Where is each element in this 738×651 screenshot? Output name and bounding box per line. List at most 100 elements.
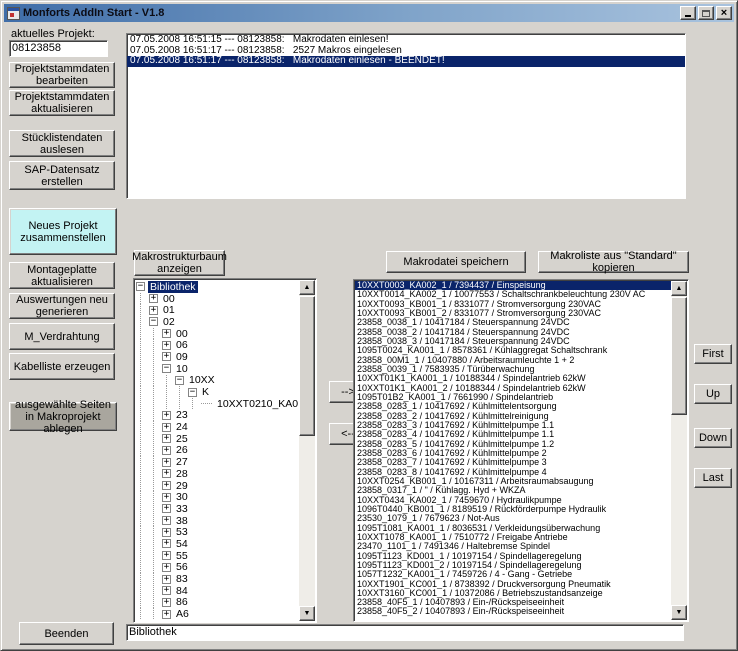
tree-row[interactable]: +26 [136,445,298,457]
expand-icon[interactable]: + [162,341,171,350]
tree-row[interactable]: +56 [136,562,298,574]
expand-icon[interactable]: + [162,610,171,619]
tree-row[interactable]: +00 [136,293,298,305]
tree-row[interactable]: +09 [136,351,298,363]
expand-icon[interactable]: + [149,294,158,303]
tree-node-label[interactable]: 09 [174,351,190,363]
expand-icon[interactable]: + [162,586,171,595]
expand-icon[interactable]: + [162,411,171,420]
tree-row[interactable]: +27 [136,456,298,468]
montageplatte-aktualisieren-button[interactable]: Montageplatte aktualisieren [9,262,115,289]
tree-node-label[interactable]: 28 [174,468,190,480]
macro-list-item[interactable]: 10XXT3160_KC001_1 / 10372086 / Betriebsz… [355,589,671,598]
macro-list-item[interactable]: 23858_0283_7 / 10417692 / Kühlmittelpump… [355,458,671,467]
tree-row[interactable]: +55 [136,550,298,562]
collapse-icon[interactable]: − [162,364,171,373]
macro-list-item[interactable]: 23858_40F5_1 / 10407893 / Ein-/Rückspeis… [355,598,671,607]
up-button[interactable]: Up [694,384,732,404]
tree-node-label[interactable]: 29 [174,480,190,492]
tree-row[interactable]: +86 [136,597,298,609]
tree-node-label[interactable]: 02 [161,316,177,328]
auswertungen-neu-generieren-button[interactable]: Auswertungen neu generieren [9,293,115,319]
macro-list[interactable]: 10XXT0003_KA002_1 / 7394437 / Einspeisun… [353,279,689,622]
tree-row[interactable]: +01 [136,304,298,316]
makroliste-kopieren-button[interactable]: Makroliste aus "Standard" kopieren [538,251,689,273]
ausgewaehlte-seiten-ablegen-button[interactable]: ausgewählte Seiten in Makroprojekt ableg… [9,402,117,431]
tree-node-label[interactable]: 01 [161,304,177,316]
tree-node-label[interactable]: Bibliothek [148,281,198,293]
macro-list-item[interactable]: 10XXT0014_KA002_1 / 10077553 / Schaltsch… [355,290,671,299]
expand-icon[interactable]: + [162,563,171,572]
log-box[interactable]: 07.05.2008 16:51:15 --- 08123858: Makrod… [126,33,686,199]
macro-list-item[interactable]: 23858_0039_1 / 7583935 / Türüberwachung [355,365,671,374]
expand-icon[interactable]: + [162,458,171,467]
tree-node-label[interactable]: 84 [174,585,190,597]
tree-row[interactable]: −10 [136,363,298,375]
tree-row[interactable]: +30 [136,491,298,503]
tree-node-label[interactable]: 54 [174,538,190,550]
tree-row[interactable]: +83 [136,573,298,585]
log-line[interactable]: 07.05.2008 16:51:15 --- 08123858: Makrod… [127,35,685,46]
tree-row[interactable]: +84 [136,585,298,597]
tree-node-label[interactable]: 83 [174,573,190,585]
tree-scrollbar-thumb[interactable] [299,296,315,436]
expand-icon[interactable]: + [162,446,171,455]
tree-row[interactable]: +33 [136,503,298,515]
macro-list-item[interactable]: 23858_0317_1 / " / Kühlagg. Hyd + WKZA [355,486,671,495]
current-project-input[interactable]: 08123858 [9,40,108,57]
collapse-icon[interactable]: − [175,376,184,385]
list-scrollbar[interactable]: ▲ ▼ [671,281,687,620]
macro-list-item[interactable]: 23858_0283_2 / 10417692 / Kühlmittelrein… [355,412,671,421]
macro-list-item[interactable]: 23858_0283_8 / 10417692 / Kühlmittelpump… [355,468,671,477]
expand-icon[interactable]: + [149,306,158,315]
tree-node-label[interactable]: 55 [174,550,190,562]
expand-icon[interactable]: + [162,516,171,525]
expand-icon[interactable]: + [162,469,171,478]
expand-icon[interactable]: + [162,551,171,560]
macro-list-item[interactable]: 1095T1123_KD001_2 / 10197154 / Spindella… [355,561,671,570]
macro-list-item[interactable]: 10XXT1078_KA001_1 / 7510772 / Freigabe A… [355,533,671,542]
tree-row[interactable]: −Bibliothek [136,281,298,293]
expand-icon[interactable]: + [162,539,171,548]
expand-icon[interactable]: + [162,352,171,361]
macro-list-item[interactable]: 23858_0038_2 / 10417184 / Steuerspannung… [355,328,671,337]
tree-node-label[interactable]: 23 [174,409,190,421]
log-line[interactable]: 07.05.2008 16:51:17 --- 08123858: Makrod… [127,56,685,67]
makrostrukturbaum-anzeigen-button[interactable]: Makrostrukturbaum anzeigen [134,250,225,276]
tree-row[interactable]: −K [136,386,298,398]
macro-list-item[interactable]: 23530_1079_1 / 7679623 / Not-Aus [355,514,671,523]
tree-row[interactable]: +38 [136,515,298,527]
tree-node-label[interactable]: 33 [174,503,190,515]
tree-node-label[interactable]: 25 [174,433,190,445]
macro-list-item[interactable]: 23858_00M1_1 / 10407880 / Arbeitsraumleu… [355,356,671,365]
tree-row[interactable]: +00 [136,328,298,340]
tree-node-label[interactable]: 24 [174,421,190,433]
tree-node-label[interactable]: 38 [174,515,190,527]
macro-list-item[interactable]: 23858_0283_1 / 10417692 / Kühlmittelents… [355,402,671,411]
beenden-button[interactable]: Beenden [19,622,114,645]
macro-list-item[interactable]: 1095T01B2_KA001_1 / 7661990 / Spindelant… [355,393,671,402]
scroll-down-icon[interactable]: ▼ [671,605,687,620]
macro-list-item[interactable]: 10XXT0093_KB001_2 / 8331077 / Stromverso… [355,309,671,318]
expand-icon[interactable]: + [162,434,171,443]
tree-node-label[interactable]: K [200,386,211,398]
macro-list-item[interactable]: 23858_0283_5 / 10417692 / Kühlmittelpump… [355,440,671,449]
neues-projekt-zusammenstellen-button[interactable]: Neues Projekt zusammenstellen [9,208,117,255]
tree-row[interactable]: +29 [136,480,298,492]
macro-list-item[interactable]: 23858_0283_4 / 10417692 / Kühlmittelpump… [355,430,671,439]
close-button[interactable]: × [716,6,732,20]
projektstammdaten-bearbeiten-button[interactable]: Projektstammdaten bearbeiten [9,62,115,88]
tree-row[interactable]: +53 [136,526,298,538]
scroll-up-icon[interactable]: ▲ [299,280,315,295]
first-button[interactable]: First [694,344,732,364]
tree-node-label[interactable]: A6 [174,608,191,620]
tree-node-label[interactable]: 06 [174,339,190,351]
tree-node-label[interactable]: 86 [174,596,190,608]
tree-row[interactable]: −02 [136,316,298,328]
tree-node-label[interactable]: 56 [174,561,190,573]
tree-row[interactable]: +24 [136,421,298,433]
projektstammdaten-aktualisieren-button[interactable]: Projektstammdaten aktualisieren [9,90,115,116]
tree-scrollbar[interactable]: ▲ ▼ [299,280,315,621]
macro-list-item[interactable]: 1096T0440_KB001_1 / 8189519 / Rückförder… [355,505,671,514]
tree-node-label[interactable]: 00 [161,293,177,305]
